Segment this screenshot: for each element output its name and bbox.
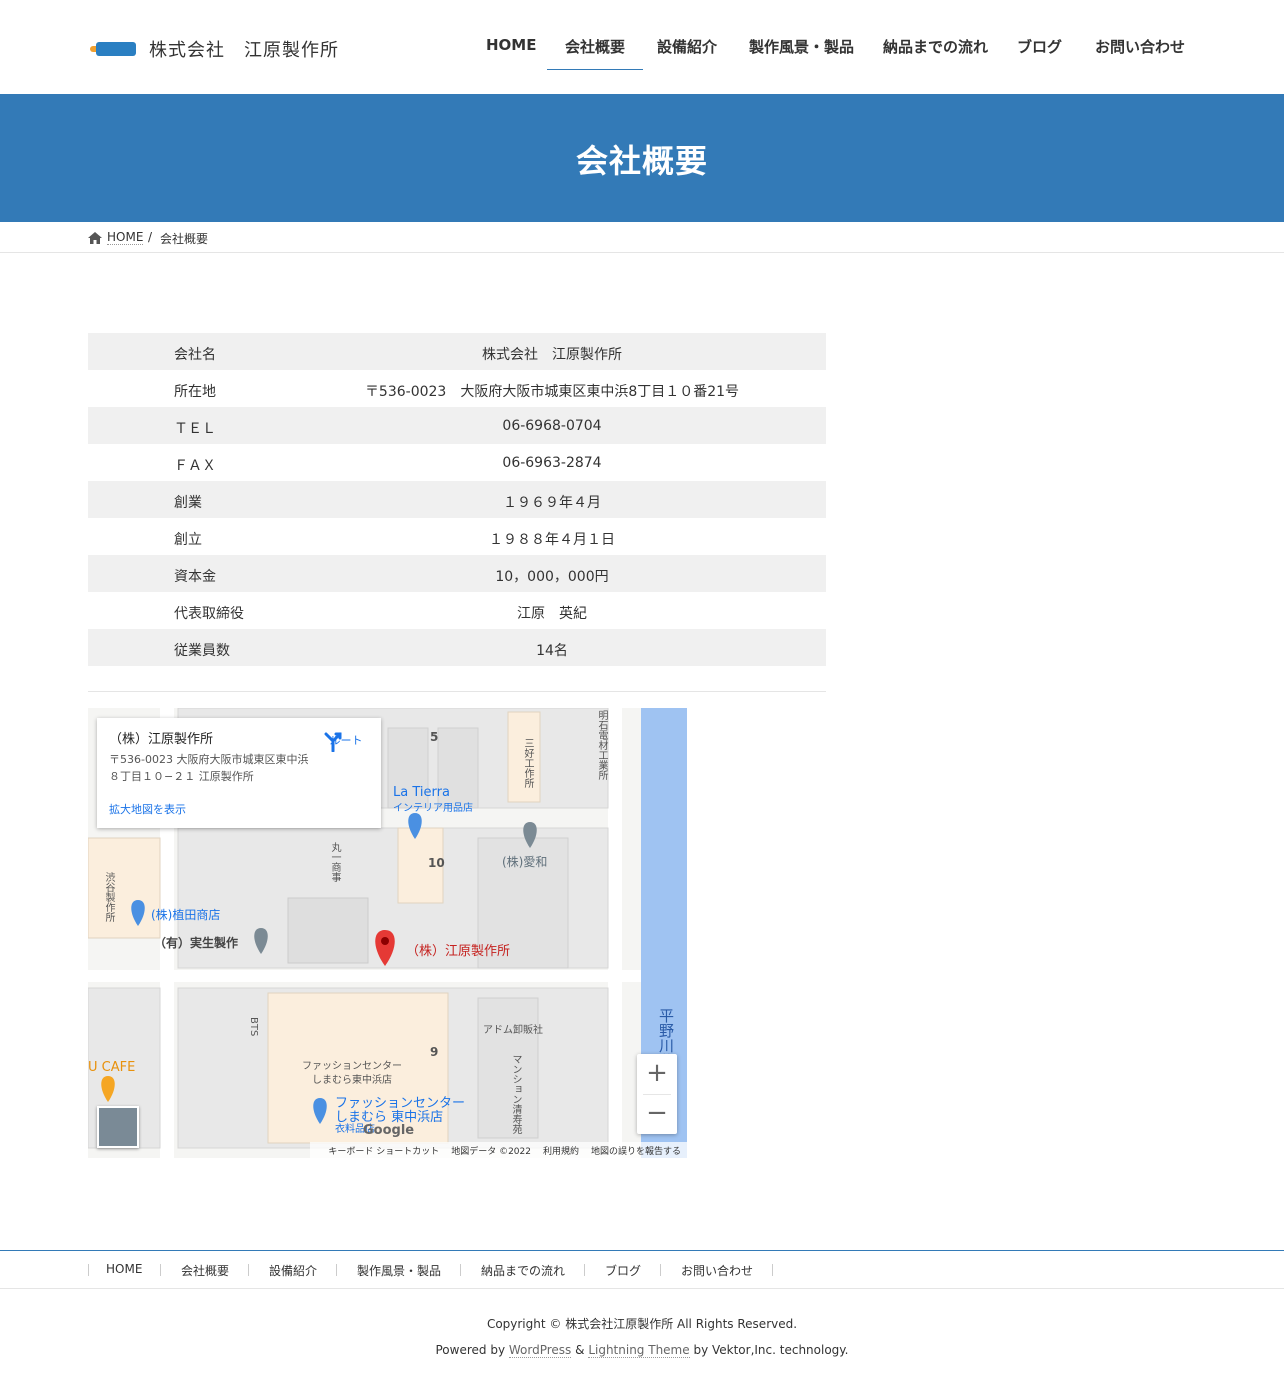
powered-suffix: by Vektor,Inc. technology. [689, 1343, 849, 1357]
breadcrumb-separator: / [148, 230, 153, 244]
map-label-block-5: 5 [430, 730, 439, 744]
map-keyboard-shortcuts[interactable]: キーボード ショートカット [328, 1147, 439, 1157]
row-value: 14名 [536, 643, 568, 659]
map-report-link[interactable]: 地図の誤りを報告する [591, 1147, 681, 1157]
table-row: 資本金 10，000，000円 [88, 555, 826, 592]
map-label-bts: BTS [248, 1017, 259, 1037]
page-title: 会社概要 [575, 142, 708, 180]
footer-nav-flow[interactable]: 納品までの流れ [481, 1262, 585, 1279]
row-value: １９６９年４月 [503, 495, 601, 511]
powered-amp: & [571, 1343, 589, 1357]
zoom-out-button[interactable]: − [637, 1094, 677, 1134]
google-map[interactable]: （株）江原製作所 La Tierra インテリア用品店 (株)愛和 (株)植田商… [88, 708, 687, 1158]
map-label-jissei: （有）実生製作 [154, 936, 239, 950]
row-value: 株式会社 江原製作所 [482, 347, 622, 363]
row-value: 10，000，000円 [495, 569, 609, 585]
map-label-block-9: 9 [430, 1045, 439, 1059]
map-larger-link[interactable]: 拡大地図を表示 [109, 801, 186, 817]
directions-icon [324, 732, 342, 752]
map-route-button[interactable]: ルート [323, 730, 369, 752]
wordpress-link[interactable]: WordPress [508, 1343, 572, 1358]
footer-nav-company[interactable]: 会社概要 [181, 1262, 249, 1279]
nav-item-blog[interactable]: ブログ [1017, 36, 1062, 70]
map-terms-link[interactable]: 利用規約 [543, 1147, 579, 1157]
row-value: １９８８年４月１日 [489, 532, 615, 548]
breadcrumb: HOME / 会社概要 [0, 222, 1284, 253]
map-label-la-tierra: La Tierra [393, 785, 450, 800]
map-label-la-tierra-sub: インテリア用品店 [393, 803, 473, 814]
table-row: 会社名 株式会社 江原製作所 [88, 333, 826, 370]
nav-item-company[interactable]: 会社概要 [546, 36, 644, 70]
site-header: 株式会社 江原製作所 HOME 会社概要 設備紹介 製作風景・製品 納品までの流… [0, 0, 1284, 94]
footer-nav-equipment[interactable]: 設備紹介 [269, 1262, 337, 1279]
footer-nav-blog[interactable]: ブログ [605, 1262, 661, 1279]
row-value: 06-6963-2874 [502, 455, 602, 471]
street-view-thumbnail[interactable] [97, 1106, 139, 1148]
footer-nav-contact[interactable]: お問い合わせ [681, 1262, 773, 1279]
map-label-mansion: マンション清寿苑 [510, 1054, 521, 1134]
footer-nav: HOME 会社概要 設備紹介 製作風景・製品 納品までの流れ ブログ お問い合わ… [0, 1250, 1284, 1289]
map-attribution: キーボード ショートカット 地図データ ©2022 利用規約 地図の誤りを報告する [310, 1142, 687, 1158]
map-label-aiwa: (株)愛和 [502, 855, 548, 869]
global-nav: HOME 会社概要 設備紹介 製作風景・製品 納品までの流れ ブログ お問い合わ… [0, 0, 1284, 94]
footer-nav-products[interactable]: 製作風景・製品 [357, 1262, 461, 1279]
map-label-fashion-bldg-1: ファッションセンター [302, 1061, 402, 1072]
map-label-miyoshi: 三好工作所 [522, 738, 533, 788]
breadcrumb-current: 会社概要 [160, 232, 209, 246]
table-row: 創業 １９６９年４月 [88, 481, 826, 518]
table-row: 従業員数 14名 [88, 629, 826, 666]
table-row: 創立 １９８８年４月１日 [88, 518, 826, 555]
table-row: 所在地 〒536-0023 大阪府大阪市城東区東中浜8丁目１０番21号 [88, 370, 826, 407]
page-header: 会社概要 [0, 94, 1284, 222]
content-divider [88, 691, 826, 692]
map-label-akashi: 明石電材工業所 [596, 710, 607, 780]
map-label-marui: 丸一商事 [329, 842, 340, 882]
map-data-credit: 地図データ ©2022 [451, 1147, 531, 1157]
footer-nav-home[interactable]: HOME [106, 1262, 162, 1276]
company-info-table: 会社名 株式会社 江原製作所 所在地 〒536-0023 大阪府大阪市城東区東中… [88, 333, 826, 666]
row-value: 〒536-0023 大阪府大阪市城東区東中浜8丁目１０番21号 [364, 384, 740, 400]
map-zoom-control: + − [637, 1054, 677, 1134]
row-value: 06-6968-0704 [502, 418, 602, 434]
map-card-title: （株）江原製作所 [109, 732, 214, 747]
table-row: 代表取締役 江原 英紀 [88, 592, 826, 629]
nav-item-contact[interactable]: お問い合わせ [1095, 36, 1185, 70]
breadcrumb-home-link[interactable]: HOME [107, 230, 144, 245]
table-row: ＴＥＬ 06-6968-0704 [88, 407, 826, 444]
row-value: 江原 英紀 [517, 606, 587, 622]
map-info-card: （株）江原製作所 〒536-0023 大阪府大阪市城東区東中浜８丁目１０−２１ … [97, 718, 381, 828]
map-label-ueda: (株)植田商店 [151, 908, 221, 922]
nav-item-products[interactable]: 製作風景・製品 [749, 36, 854, 70]
map-label-main: （株）江原製作所 [406, 944, 511, 959]
map-label-cafe: U CAFE [88, 1060, 136, 1075]
nav-item-home[interactable]: HOME [486, 36, 536, 70]
lightning-link[interactable]: Lightning Theme [588, 1343, 690, 1358]
powered-prefix: Powered by [435, 1343, 509, 1357]
map-label-fashion-bldg-2: しまむら東中浜店 [312, 1075, 392, 1086]
table-row: ＦＡＸ 06-6963-2874 [88, 444, 826, 481]
nav-item-flow[interactable]: 納品までの流れ [883, 36, 988, 70]
powered-by: Powered by WordPress & Lightning Theme b… [0, 1343, 1284, 1358]
copyright: Copyright © 株式会社江原製作所 All Rights Reserve… [486, 1317, 798, 1331]
home-icon [88, 232, 102, 244]
nav-item-equipment[interactable]: 設備紹介 [657, 36, 717, 70]
google-logo: Google [363, 1123, 415, 1138]
map-label-adom: アドム卸販社 [483, 1025, 543, 1036]
map-card-address: 〒536-0023 大阪府大阪市城東区東中浜８丁目１０−２１ 江原製作所 [109, 753, 309, 783]
map-label-shibutani: 渋谷製作所 [103, 872, 114, 922]
map-label-block-10: 10 [428, 856, 445, 870]
zoom-in-button[interactable]: + [637, 1054, 677, 1094]
